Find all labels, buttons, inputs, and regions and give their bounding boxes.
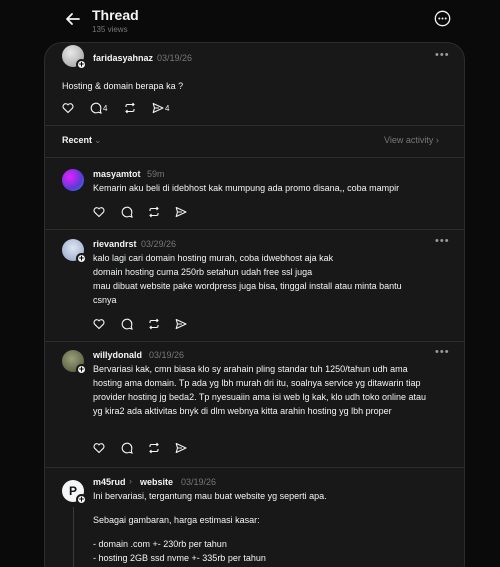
heart-icon <box>93 443 105 454</box>
reply-actions <box>93 317 213 331</box>
plus-icon[interactable]: + <box>76 59 87 70</box>
reply-to-topic[interactable]: website <box>140 477 173 487</box>
sort-label: Recent <box>62 135 93 145</box>
plus-icon[interactable]: + <box>76 253 87 264</box>
divider <box>45 157 464 158</box>
reply-username[interactable]: m45rud <box>93 477 126 487</box>
reply-actions <box>93 441 213 455</box>
post-text: Hosting & domain berapa ka ? <box>62 81 184 91</box>
share-icon <box>152 102 164 114</box>
reply-line: - domain .com +- 230rb per tahun <box>93 539 227 549</box>
repost-icon <box>125 102 135 114</box>
heart-icon <box>93 207 105 218</box>
reply-username[interactable]: rievandrst <box>93 239 137 249</box>
view-count: 135 views <box>92 25 128 34</box>
reply-date: 03/29/26 <box>141 239 177 249</box>
reply-text: Ini bervariasi, tergantung mau buat webs… <box>93 489 423 565</box>
reply-actions <box>93 205 213 219</box>
reply-date: 59m <box>147 169 165 179</box>
reply-line: Ini bervariasi, tergantung mau buat webs… <box>93 491 327 501</box>
thread-line <box>73 507 74 567</box>
reply-username[interactable]: masyamtot <box>93 169 141 179</box>
comment-icon <box>121 206 133 218</box>
post-date: 03/19/26 <box>157 53 193 63</box>
chevron-right-icon: › <box>435 135 439 145</box>
share-button[interactable] <box>175 205 187 219</box>
reply-date: 03/19/26 <box>181 477 217 487</box>
view-activity-link[interactable]: View activity › <box>384 135 439 145</box>
share-button[interactable]: 4 <box>152 101 169 115</box>
reply-text: Bervariasi kak, cmn biasa klo sy arahain… <box>93 364 427 416</box>
divider <box>45 125 464 126</box>
heart-icon <box>93 319 105 330</box>
reply-count: 4 <box>103 103 108 113</box>
post-actions: 4 4 <box>62 101 262 115</box>
reply-line: - hosting 2GB ssd nvme +- 335rb per tahu… <box>93 553 266 563</box>
comment-button[interactable] <box>121 317 133 331</box>
comment-icon <box>90 102 102 114</box>
share-count: 4 <box>165 103 170 113</box>
share-icon <box>175 442 187 454</box>
repost-icon <box>149 206 159 218</box>
plus-icon[interactable]: + <box>76 494 87 505</box>
repost-icon <box>149 442 159 454</box>
more-dots-icon[interactable]: ••• <box>435 235 450 247</box>
repost-button[interactable] <box>148 441 160 455</box>
repost-button[interactable] <box>124 101 136 115</box>
chevron-down-icon: ⌄ <box>94 135 102 145</box>
comment-icon <box>121 442 133 454</box>
repost-button[interactable] <box>148 317 160 331</box>
page-title: Thread <box>92 7 139 23</box>
divider <box>45 229 464 230</box>
reply-username[interactable]: willydonald <box>93 350 142 360</box>
repost-button[interactable] <box>148 205 160 219</box>
more-dots-icon[interactable]: ••• <box>435 49 450 61</box>
like-button[interactable] <box>93 205 105 219</box>
reply-text: kalo lagi cari domain hosting murah, cob… <box>93 251 423 307</box>
post-username[interactable]: faridasyahnaz <box>93 53 153 63</box>
back-arrow-icon[interactable] <box>62 8 84 30</box>
like-button[interactable] <box>93 441 105 455</box>
share-button[interactable] <box>175 441 187 455</box>
reply-text: Kemarin aku beli di idebhost kak mumpung… <box>93 183 400 193</box>
avatar[interactable] <box>62 169 84 191</box>
comment-icon <box>121 318 133 330</box>
share-icon <box>175 206 187 218</box>
share-icon <box>175 318 187 330</box>
comment-button[interactable] <box>121 441 133 455</box>
heart-icon <box>62 103 74 114</box>
comment-button[interactable]: 4 <box>90 101 107 115</box>
reply-line: kalo lagi cari domain hosting murah, cob… <box>93 253 334 263</box>
divider <box>45 467 464 468</box>
reply-line: mau dibuat website pake wordpress juga b… <box>93 281 402 305</box>
comment-button[interactable] <box>121 205 133 219</box>
reply-line: Sebagai gambaran, harga estimasi kasar: <box>93 515 260 525</box>
divider <box>45 341 464 342</box>
repost-icon <box>149 318 159 330</box>
reply-line: domain hosting cuma 250rb setahun udah f… <box>93 267 313 277</box>
reply-date: 03/19/26 <box>149 350 185 360</box>
chevron-right-icon: › <box>129 476 132 486</box>
more-dots-icon[interactable]: ••• <box>435 346 450 358</box>
top-bar: Thread 135 views <box>0 0 500 44</box>
plus-icon[interactable]: + <box>76 364 87 375</box>
like-button[interactable] <box>62 101 74 115</box>
like-button[interactable] <box>93 317 105 331</box>
thread-panel: + faridasyahnaz 03/19/26 ••• Hosting & d… <box>44 42 465 567</box>
view-activity-label: View activity <box>384 135 434 145</box>
more-circle-icon[interactable] <box>434 10 451 27</box>
share-button[interactable] <box>175 317 187 331</box>
sort-dropdown[interactable]: Recent ⌄ <box>62 135 102 146</box>
